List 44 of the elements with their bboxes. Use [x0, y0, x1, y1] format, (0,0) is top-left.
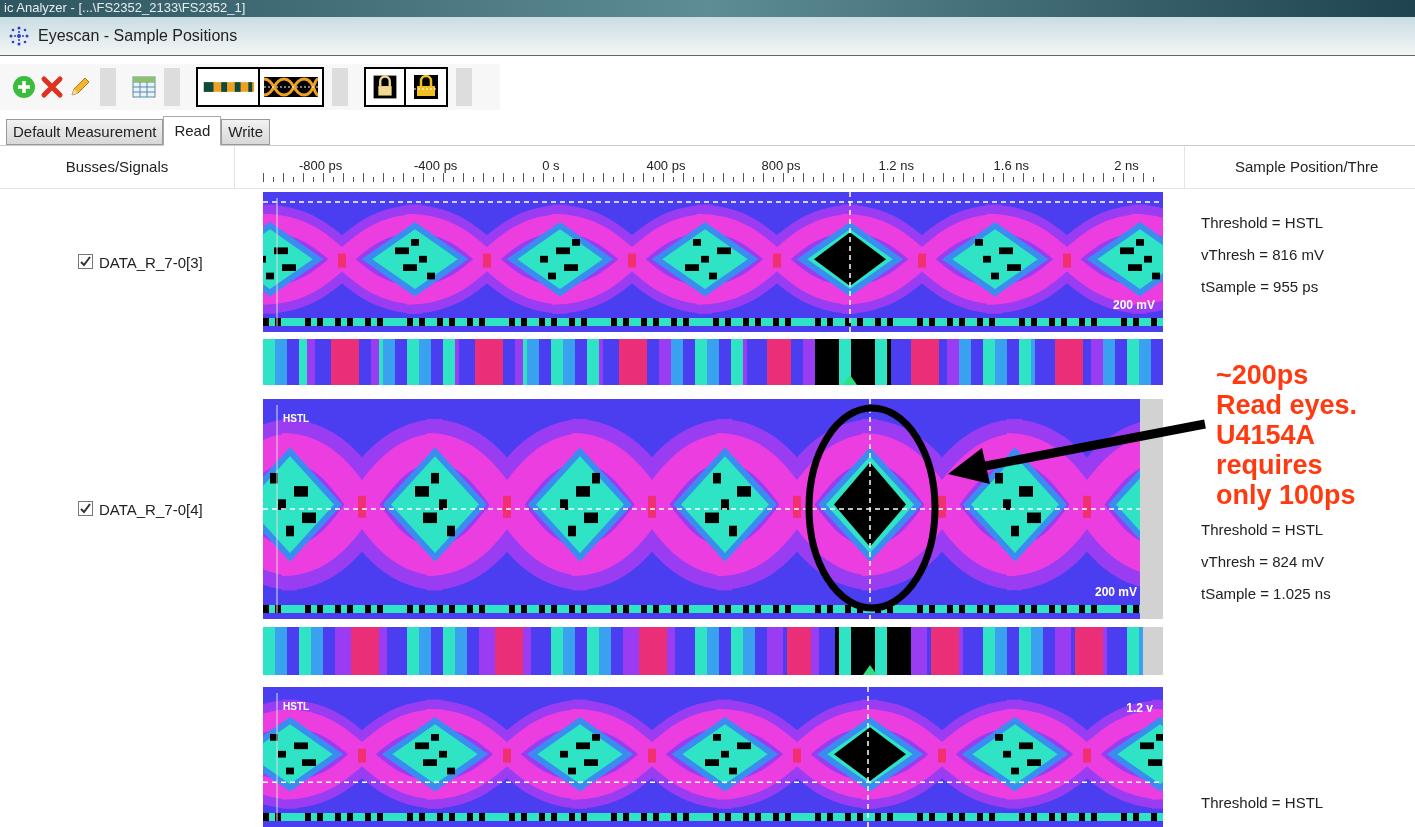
signal-name: DATA_R_7-0[3]: [99, 253, 203, 273]
axis-label: -400 ps: [414, 156, 458, 172]
axis-label: 0 s: [542, 156, 560, 172]
toolbar-grip[interactable]: [100, 67, 116, 106]
lock-icon[interactable]: [406, 68, 446, 105]
app-title: ic Analyzer - [...\FS2352_2133\FS2352_1]: [4, 0, 246, 15]
bus-waveform-icon[interactable]: [198, 68, 260, 105]
table-icon[interactable]: [132, 75, 156, 98]
axis-label: -800 ps: [298, 156, 343, 172]
toolbar-grip[interactable]: [332, 67, 348, 106]
toolbar-grip[interactable]: [456, 67, 472, 106]
toolbar-grip[interactable]: [164, 67, 180, 106]
tab[interactable]: Read: [163, 115, 222, 146]
delete-icon[interactable]: [40, 74, 64, 99]
info-text: tSample = 955 ps: [1201, 277, 1320, 297]
app-logo-icon: [8, 25, 30, 47]
add-icon[interactable]: [12, 74, 36, 99]
lock-icon[interactable]: [366, 68, 406, 105]
eye-label: 200 mV: [1112, 297, 1155, 314]
eye-pattern-icon[interactable]: [260, 68, 322, 105]
annotation-text: ~200ps Read eyes. U4154A requires only 100ps: [1216, 360, 1358, 510]
tab[interactable]: Write: [221, 118, 270, 145]
checkbox[interactable]: [78, 501, 93, 516]
eye-label: 1.2 v: [1126, 700, 1153, 717]
info-text: vThresh = 824 mV: [1201, 552, 1325, 572]
info-text: Threshold = HSTL: [1201, 213, 1324, 233]
axis-label: 2 ns: [1114, 156, 1139, 172]
column-header: Sample Position/Thre: [1235, 156, 1379, 177]
axis-label: 400 ps: [646, 156, 686, 172]
info-text: Threshold = HSTL: [1201, 520, 1325, 540]
signal-name: DATA_R_7-0[4]: [99, 500, 203, 520]
axis-label: 800 ps: [761, 156, 801, 172]
checkbox[interactable]: [78, 254, 93, 269]
eye-label: 200 mV: [1094, 584, 1137, 601]
info-text: vThresh = 816 mV: [1201, 245, 1324, 265]
column-header: Busses/Signals: [65, 156, 169, 177]
window-title: Eyescan - Sample Positions: [38, 26, 238, 46]
info-text: tSample = 1.025 ns: [1201, 584, 1331, 604]
eye-label: HSTL: [283, 700, 310, 714]
tab[interactable]: Default Measurement: [6, 118, 164, 145]
axis-label: 1.6 ns: [993, 156, 1029, 172]
eye-label: HSTL: [283, 412, 310, 426]
info-text: Threshold = HSTL: [1201, 793, 1324, 813]
axis-label: 1.2 ns: [878, 156, 914, 172]
